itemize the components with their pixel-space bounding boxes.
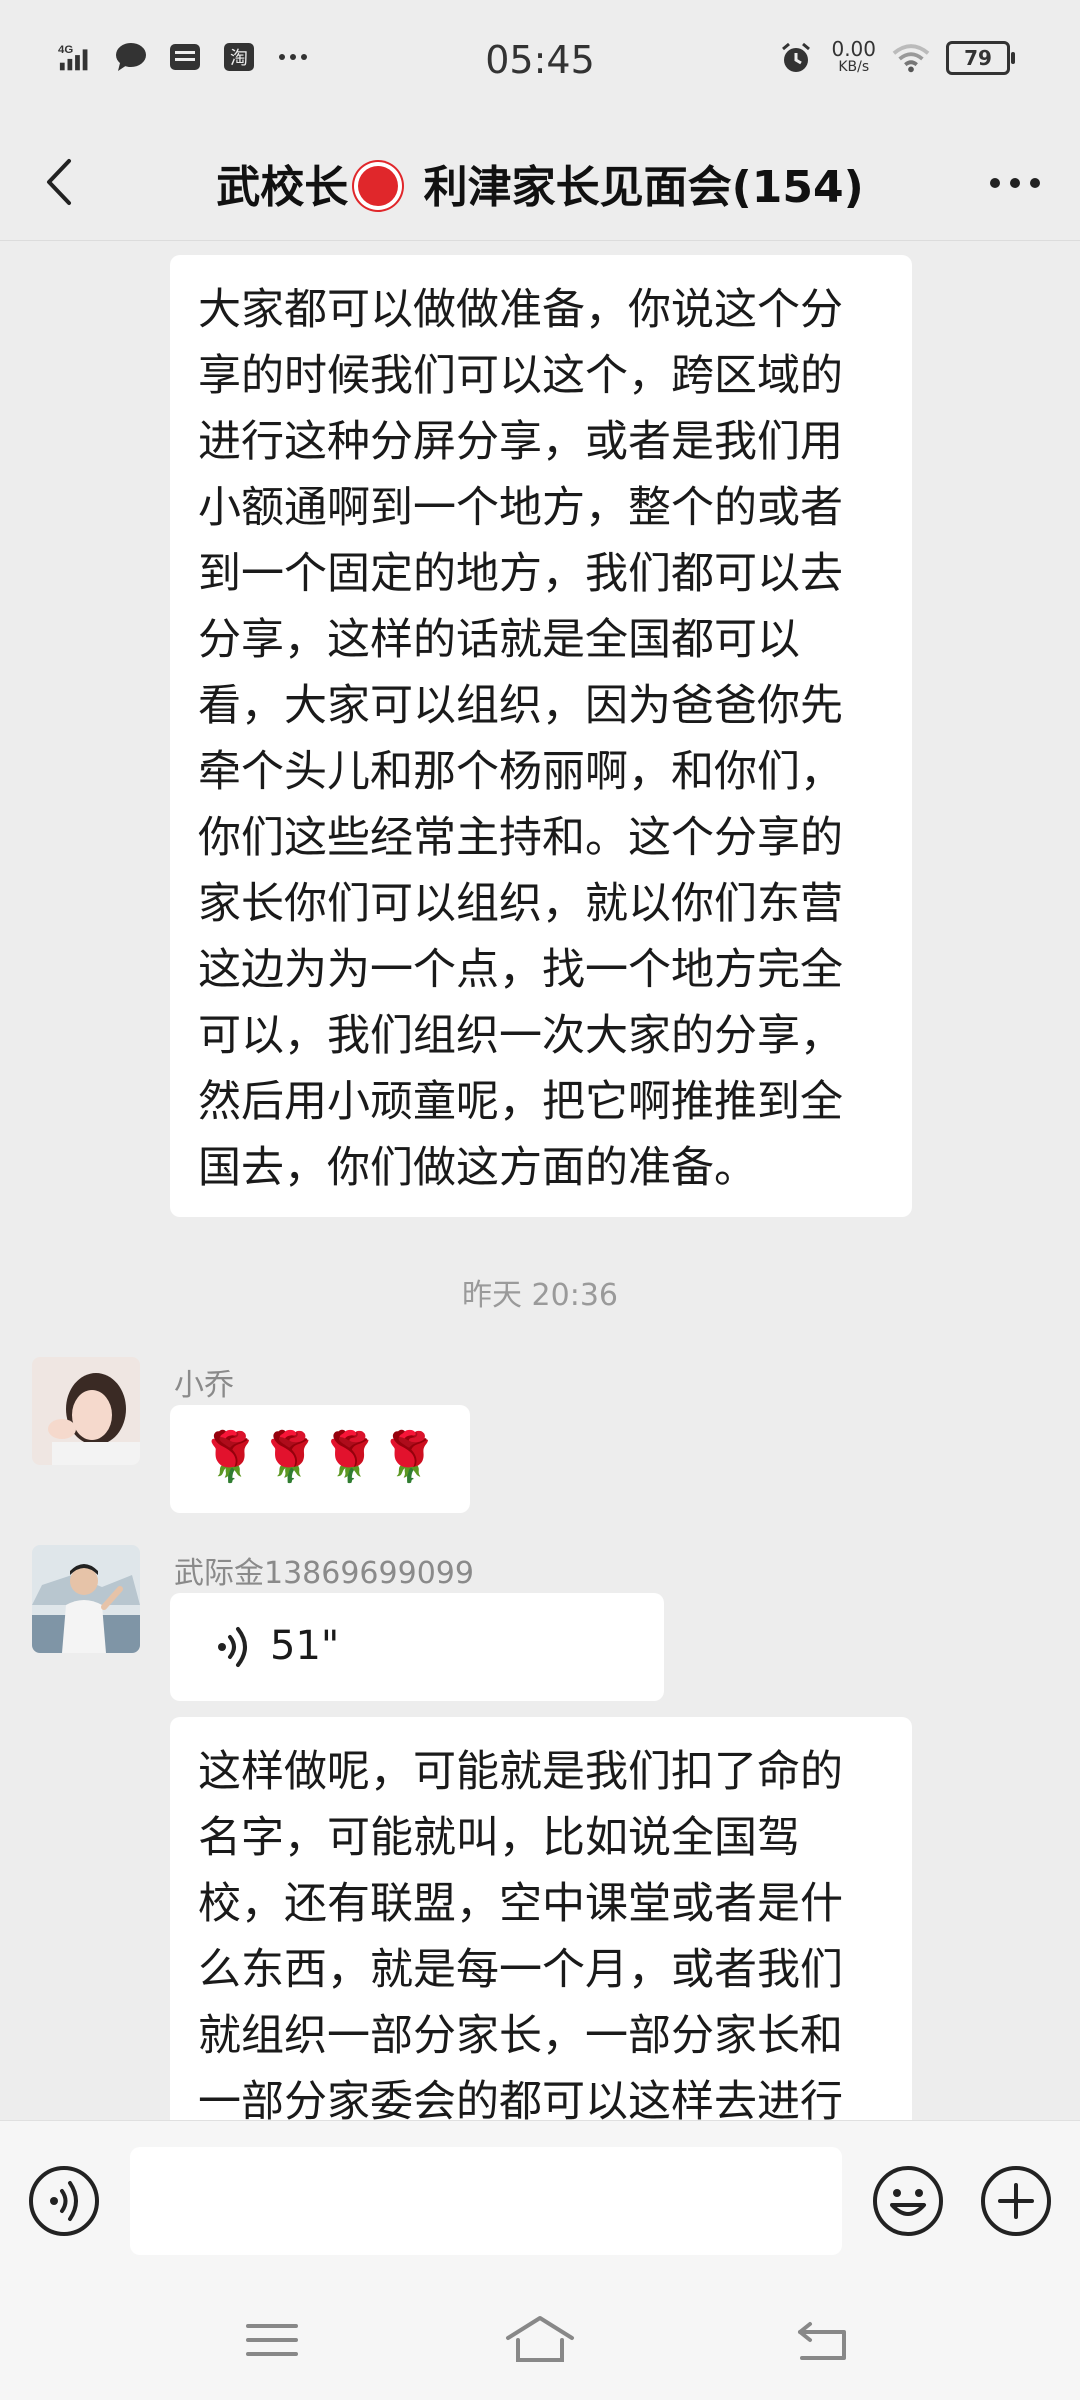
chat-title-part1: 武校长 — [216, 162, 349, 213]
message-text: 这样做呢，可能就是我们扣了命的名字，可能就叫，比如说全国驾校，还有联盟，空中课堂… — [198, 1747, 843, 2120]
chat-title: 武校长 利津家长见面会(154) — [0, 151, 1080, 215]
avatar[interactable] — [32, 1357, 140, 1465]
sender-name: 小乔 — [174, 1368, 234, 1403]
status-bar: 4G 淘 05:45 0.00 KB/s 79 — [0, 0, 1080, 125]
battery-indicator: 79 — [946, 41, 1015, 75]
message-bubble[interactable]: 大家都可以做做准备，你说这个分享的时候我们可以这个，跨区域的进行这种分屏分享，或… — [170, 255, 912, 1217]
stop-sign-icon — [354, 162, 403, 210]
nav-back-button[interactable] — [790, 2310, 854, 2370]
menu-icon — [246, 2324, 298, 2356]
status-right-icons: 0.00 KB/s 79 — [777, 39, 1015, 76]
plus-icon — [981, 2166, 1051, 2236]
voice-wave-icon — [218, 1627, 247, 1667]
voice-duration: 51" — [270, 1623, 340, 1669]
nav-menu-button[interactable] — [240, 2310, 304, 2370]
chat-header: 武校长 利津家长见面会(154) — [0, 125, 1080, 241]
home-icon — [506, 2316, 574, 2362]
avatar[interactable] — [32, 1545, 140, 1653]
net-speed: 0.00 KB/s — [831, 39, 876, 76]
message-text: 大家都可以做做准备，你说这个分享的时候我们可以这个，跨区域的进行这种分屏分享，或… — [198, 285, 843, 1193]
sender-name: 武际金13869699099 — [174, 1556, 474, 1591]
more-options-button[interactable] — [980, 155, 1050, 211]
voice-icon — [29, 2166, 99, 2236]
nav-home-button[interactable] — [504, 2310, 576, 2370]
message-text: 🌹🌹🌹🌹 — [200, 1429, 440, 1485]
message-bubble[interactable]: 🌹🌹🌹🌹 — [170, 1405, 470, 1513]
more-actions-button[interactable] — [980, 2165, 1052, 2237]
chat-messages[interactable]: 大家都可以做做准备，你说这个分享的时候我们可以这个，跨区域的进行这种分屏分享，或… — [0, 240, 1080, 2120]
emoji-icon — [873, 2166, 943, 2236]
more-dots-icon — [990, 178, 1040, 188]
voice-message-bubble[interactable]: 51" — [170, 1593, 664, 1701]
message-input[interactable] — [130, 2147, 842, 2255]
message-timestamp: 昨天 20:36 — [462, 1278, 618, 1313]
voice-input-button[interactable] — [28, 2165, 100, 2237]
message-bubble[interactable]: 这样做呢，可能就是我们扣了命的名字，可能就叫，比如说全国驾校，还有联盟，空中课堂… — [170, 1717, 912, 2120]
avatar-man-image — [32, 1545, 140, 1653]
wifi-icon — [892, 41, 930, 75]
chat-title-part2: 利津家长见面会(154) — [408, 162, 864, 213]
back-icon — [798, 2322, 846, 2360]
avatar-girl-image — [32, 1357, 140, 1465]
alarm-icon — [777, 41, 815, 75]
input-bar — [0, 2120, 1080, 2281]
emoji-button[interactable] — [872, 2165, 944, 2237]
system-nav-bar — [0, 2280, 1080, 2400]
